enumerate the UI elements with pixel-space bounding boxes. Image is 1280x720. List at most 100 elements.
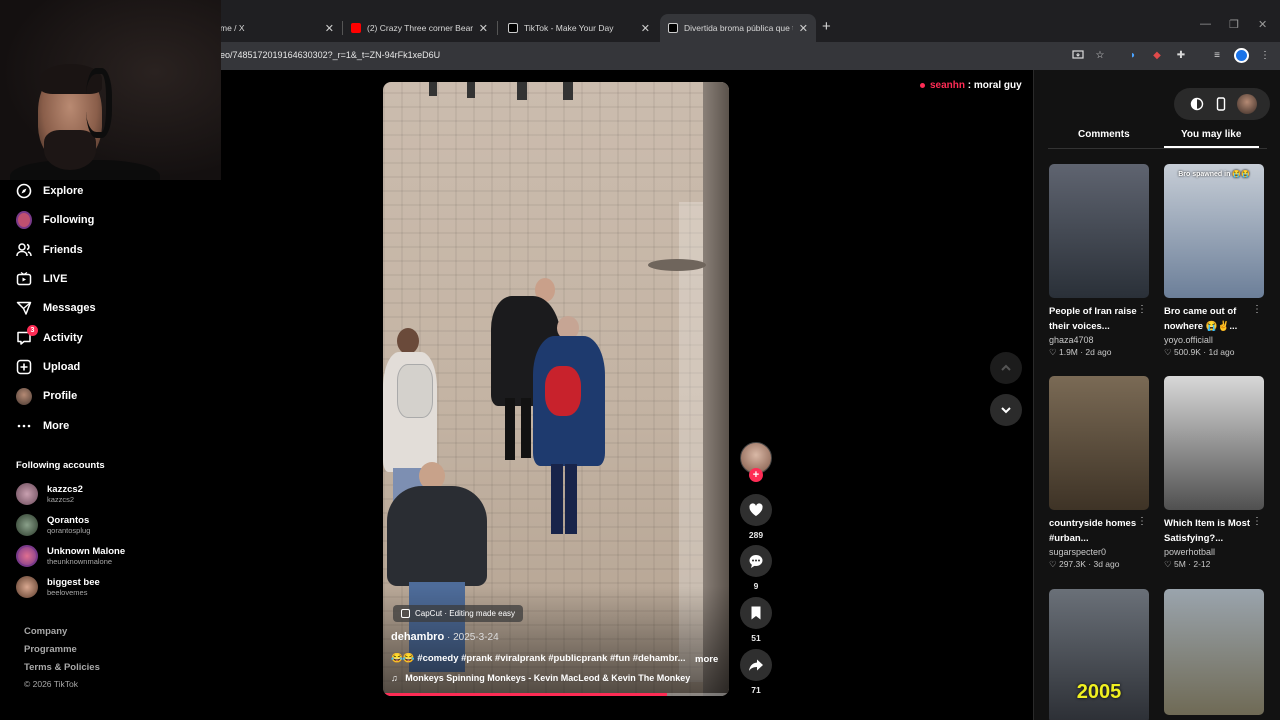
extension-shield-icon[interactable]: ◆ (1150, 48, 1164, 62)
browser-tab-tiktok[interactable]: TikTok - Make Your Day ✕ (500, 14, 658, 42)
extensions-puzzle-icon[interactable]: ✚ (1174, 48, 1188, 62)
next-video-button[interactable] (990, 394, 1022, 426)
footer-link-programme[interactable]: Programme (24, 644, 77, 655)
video-scene-feet-top (423, 82, 623, 102)
recommended-video-card[interactable]: Bro spawned in 😭😭 Bro came out of nowhere… (1164, 164, 1264, 358)
close-tab-icon[interactable]: ✕ (325, 22, 334, 35)
card-more-icon[interactable]: ⋮ (1252, 516, 1262, 527)
caption-more-button[interactable]: more (695, 654, 718, 665)
close-window-icon[interactable]: ✕ (1258, 18, 1267, 31)
sidebar-item-label: Explore (43, 185, 84, 197)
author-name: dehambro (391, 631, 445, 643)
video-thumbnail[interactable]: Bro spawned in 😭😭 (1164, 164, 1264, 298)
close-tab-icon[interactable]: ✕ (479, 22, 488, 35)
comment-icon (749, 555, 763, 568)
sidebar-item-messages[interactable]: Messages (16, 298, 96, 318)
sidebar-item-label: Activity (43, 332, 83, 344)
dark-mode-icon[interactable] (1190, 97, 1204, 116)
capcut-badge[interactable]: CapCut · Editing made easy (393, 605, 524, 622)
user-avatar[interactable] (1237, 94, 1257, 114)
close-tab-icon[interactable]: ✕ (641, 22, 650, 35)
sidebar-item-more[interactable]: More (16, 416, 69, 436)
post-date: · 2025-3-24 (444, 632, 499, 643)
tab-title: me / X (220, 23, 245, 33)
footer-link-terms[interactable]: Terms & Policies (24, 662, 100, 673)
video-thumbnail[interactable] (1049, 376, 1149, 510)
browser-tab-youtube[interactable]: (2) Crazy Three corner Beard h... ✕ (343, 14, 496, 42)
extension-audio-icon[interactable]: ◗ (1126, 48, 1140, 62)
bookmark-star-icon[interactable]: ☆ (1093, 48, 1107, 62)
sidebar-item-friends[interactable]: Friends (16, 240, 83, 260)
youtube-icon (351, 23, 361, 33)
follow-plus-button[interactable]: + (749, 468, 763, 482)
video-thumbnail[interactable]: 2005 (1049, 589, 1149, 720)
recommended-video-card[interactable]: People of Iran raise their voices... ⋮ gha… (1049, 164, 1149, 358)
recommended-video-card[interactable] (1164, 589, 1264, 715)
tab-title: TikTok - Make Your Day (524, 23, 614, 33)
card-stats: ♡ 297.3K · 3d ago (1049, 559, 1120, 569)
recommended-video-card[interactable]: countryside homes #urban... ⋮ sugarspecter… (1049, 376, 1149, 570)
tab-comments[interactable]: Comments (1078, 129, 1130, 140)
sidebar-item-explore[interactable]: Explore (16, 181, 83, 201)
comment-button[interactable] (740, 545, 772, 577)
close-tab-icon[interactable]: ✕ (799, 22, 808, 35)
media-control-icon[interactable]: ≡ (1210, 48, 1224, 62)
address-bar[interactable]: eo/7485172019164630302?_r=1&_t=ZN-94rFk1… (220, 50, 440, 60)
share-button[interactable] (740, 649, 772, 681)
bookmark-icon (751, 606, 761, 620)
browser-tab-active[interactable]: Divertida broma pública que te... ✕ (660, 14, 816, 42)
browser-profile-avatar[interactable] (1234, 48, 1249, 63)
video-scene-manhole (648, 259, 706, 271)
card-more-icon[interactable]: ⋮ (1137, 304, 1147, 315)
card-user: yoyo.officiall (1164, 335, 1213, 345)
tab-title: (2) Crazy Three corner Beard h... (367, 23, 473, 33)
account-name: biggest bee (47, 577, 100, 588)
sidebar-item-label: Following (43, 214, 95, 226)
following-account-item[interactable]: Qorantos qorantosplug (16, 512, 90, 538)
comment-count: 9 (753, 581, 759, 591)
account-name: kazzcs2 (47, 484, 83, 495)
sidebar-item-profile[interactable]: Profile (16, 386, 77, 406)
video-thumbnail[interactable] (1164, 589, 1264, 715)
new-tab-button[interactable]: + (822, 18, 831, 35)
account-handle: theunknownmalone (47, 557, 113, 566)
browser-menu-icon[interactable]: ⋮ (1258, 48, 1272, 62)
card-more-icon[interactable]: ⋮ (1137, 516, 1147, 527)
like-button[interactable] (740, 494, 772, 526)
video-thumbnail[interactable] (1164, 376, 1264, 510)
like-count: 289 (748, 530, 764, 540)
chevron-down-icon (1001, 407, 1011, 414)
live-dot-icon (920, 82, 925, 88)
save-button[interactable] (740, 597, 772, 629)
minimize-icon[interactable]: — (1200, 18, 1211, 30)
sidebar-item-upload[interactable]: Upload (16, 357, 80, 377)
following-account-item[interactable]: biggest bee beelovemes (16, 574, 100, 600)
video-player[interactable]: CapCut · Editing made easy dehambro · 20… (383, 82, 729, 696)
previous-video-button[interactable] (990, 352, 1022, 384)
install-app-icon[interactable] (1071, 48, 1085, 62)
footer-link-company[interactable]: Company (24, 626, 67, 637)
video-thumbnail[interactable] (1049, 164, 1149, 298)
sidebar-item-live[interactable]: LIVE (16, 269, 67, 289)
music-note-icon: ♫ (391, 673, 398, 683)
sidebar-item-following[interactable]: Following (16, 210, 94, 230)
activity-icon: 3 (16, 325, 38, 346)
recommended-video-card[interactable]: 2005 (1049, 589, 1149, 720)
card-more-icon[interactable]: ⋮ (1252, 304, 1262, 315)
video-music[interactable]: ♫ Monkeys Spinning Monkeys - Kevin MacLe… (391, 673, 690, 683)
device-icon[interactable] (1214, 97, 1228, 116)
sidebar-item-activity[interactable]: 3 Activity (16, 325, 83, 348)
recommended-video-card[interactable]: Which Item is Most Satisfying?... ⋮ powerh… (1164, 376, 1264, 570)
tab-separator (497, 21, 498, 35)
tab-you-may-like[interactable]: You may like (1181, 129, 1241, 140)
share-arrow-icon (749, 659, 763, 671)
following-account-item[interactable]: Unknown Malone theunknownmalone (16, 543, 125, 569)
browser-tab-x[interactable]: me / X ✕ (212, 14, 342, 42)
tab-title: Divertida broma pública que te... (684, 23, 793, 33)
restore-icon[interactable]: ❐ (1229, 18, 1239, 31)
video-author[interactable]: dehambro · 2025-3-24 (391, 631, 499, 643)
activity-badge: 3 (27, 325, 38, 336)
avatar (16, 545, 38, 567)
following-account-item[interactable]: kazzcs2 kazzcs2 (16, 481, 83, 507)
following-avatar-icon (16, 211, 32, 229)
